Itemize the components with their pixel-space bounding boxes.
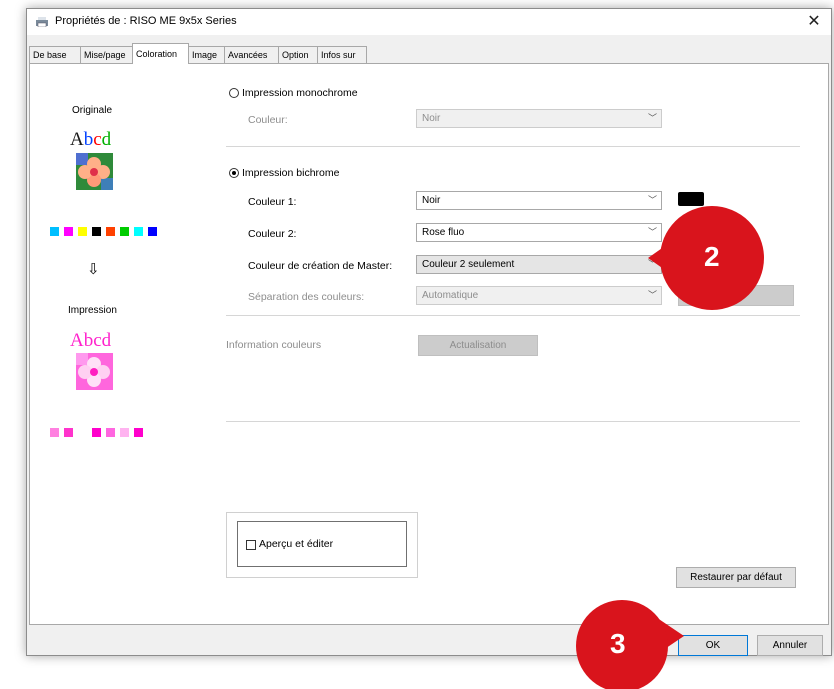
master-select[interactable]: Couleur 2 seulement ﹀ <box>416 255 662 274</box>
couleur1-value: Noir <box>422 195 441 206</box>
print-label: Impression <box>68 305 117 316</box>
tab-infos-sur[interactable]: Infos sur <box>317 46 367 63</box>
restore-defaults-button[interactable]: Restaurer par défaut <box>676 567 796 588</box>
couleur2-select[interactable]: Rose fluo ﹀ <box>416 223 662 242</box>
actualisation-button[interactable]: Actualisation <box>418 335 538 356</box>
apercu-button[interactable]: Aperçu et éditer <box>237 521 407 567</box>
print-swatch-2 <box>64 428 73 437</box>
mono-couleur-value: Noir <box>422 113 441 124</box>
callout-2-number: 2 <box>704 241 720 272</box>
swatch-green <box>120 227 129 236</box>
separation-label: Séparation des couleurs: <box>248 291 365 303</box>
separation-value: Automatique <box>422 290 479 301</box>
chevron-down-icon: ﹀ <box>647 113 657 123</box>
print-swatch-3 <box>92 428 101 437</box>
couleur1-label: Couleur 1: <box>248 196 297 208</box>
arrow-down-icon: ⇩ <box>87 261 100 278</box>
original-sample-text: Abcd <box>70 129 112 150</box>
mono-label: Impression monochrome <box>242 87 358 99</box>
mono-couleur-label: Couleur: <box>248 114 288 126</box>
print-swatch-6 <box>134 428 143 437</box>
close-button[interactable]: ✕ <box>803 11 825 33</box>
tab-image[interactable]: Image <box>188 46 225 63</box>
bichrome-radio[interactable] <box>229 168 239 178</box>
print-swatch-5 <box>120 428 129 437</box>
swatch-red <box>106 227 115 236</box>
divider <box>226 421 800 422</box>
swatch-black <box>92 227 101 236</box>
printer-properties-window: Propriétés de : RISO ME 9x5x Series ✕ De… <box>26 8 832 656</box>
couleur2-label: Couleur 2: <box>248 228 297 240</box>
tab-avancees[interactable]: Avancées <box>224 46 279 63</box>
close-icon: ✕ <box>807 13 821 30</box>
print-sample-text: Abcd <box>70 330 112 351</box>
mono-couleur-select[interactable]: Noir ﹀ <box>416 109 662 128</box>
info-couleurs-label: Information couleurs <box>226 339 322 351</box>
apercu-checkbox[interactable] <box>246 540 256 550</box>
tab-option[interactable]: Option <box>278 46 318 63</box>
coloration-panel: Originale Abcd ⇩ Impression Abcd Impress… <box>29 63 829 625</box>
print-swatch-4 <box>106 428 115 437</box>
printer-icon <box>36 17 48 27</box>
swatch-cyan <box>50 227 59 236</box>
tab-mise-page[interactable]: Mise/page <box>80 46 133 63</box>
callout-3-number: 3 <box>610 628 626 659</box>
apercu-label: Aperçu et éditer <box>259 538 334 550</box>
callout-3-marker <box>576 600 684 689</box>
original-flower-image <box>76 153 113 190</box>
swatch-blue <box>148 227 157 236</box>
cancel-button[interactable]: Annuler <box>757 635 823 656</box>
divider <box>226 146 800 147</box>
couleur1-select[interactable]: Noir ﹀ <box>416 191 662 210</box>
swatch-light-cyan <box>134 227 143 236</box>
master-label: Couleur de création de Master: <box>248 260 393 272</box>
title-bar: Propriétés de : RISO ME 9x5x Series ✕ <box>27 9 831 35</box>
print-flower-image <box>76 353 113 390</box>
swatch-yellow <box>78 227 87 236</box>
separation-select[interactable]: Automatique ﹀ <box>416 286 662 305</box>
mono-radio[interactable] <box>229 88 239 98</box>
print-swatch-1 <box>50 428 59 437</box>
couleur1-color-chip <box>678 192 704 206</box>
tab-de-base[interactable]: De base <box>29 46 81 63</box>
tab-coloration[interactable]: Coloration <box>132 43 189 64</box>
original-label: Originale <box>72 105 113 116</box>
window-title: Propriétés de : RISO ME 9x5x Series <box>55 15 237 27</box>
divider <box>226 315 800 316</box>
master-value: Couleur 2 seulement <box>422 259 515 270</box>
bichrome-label: Impression bichrome <box>242 167 340 179</box>
tab-bar: De base Mise/page Coloration Image Avanc… <box>29 43 829 64</box>
swatch-magenta <box>64 227 73 236</box>
couleur2-value: Rose fluo <box>422 227 465 238</box>
